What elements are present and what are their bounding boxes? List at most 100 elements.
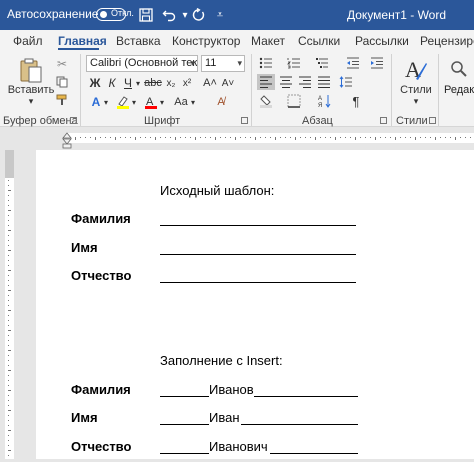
save-icon[interactable] — [136, 5, 156, 25]
justify-icon[interactable] — [315, 74, 333, 90]
tab-review[interactable]: Рецензиро — [420, 34, 474, 48]
font-size-select[interactable]: 11 ▾ — [201, 55, 245, 72]
italic-icon[interactable]: К — [105, 75, 119, 91]
ruler-tick — [400, 137, 401, 138]
ruler-tick — [395, 137, 396, 140]
ruler-tick — [205, 137, 206, 138]
cut-icon[interactable]: ✂ — [54, 56, 70, 72]
shading-icon[interactable] — [257, 93, 275, 109]
show-paragraph-marks-icon[interactable]: ¶ — [348, 93, 364, 109]
editing-label[interactable]: Редакт — [444, 84, 474, 96]
ruler-tick — [410, 137, 411, 138]
align-left-icon[interactable] — [257, 74, 275, 90]
vertical-ruler-tick — [8, 225, 9, 226]
ruler-tick — [195, 137, 196, 140]
vertical-ruler-tick — [8, 215, 9, 216]
text-effects-dropdown-icon[interactable]: ▾ — [102, 94, 110, 110]
ruler-tick — [390, 137, 391, 138]
vertical-ruler-tick — [8, 235, 9, 236]
paragraph-launcher-icon[interactable] — [380, 117, 387, 124]
group-separator — [80, 54, 81, 126]
underline-icon[interactable]: Ч — [121, 75, 135, 91]
line-spacing-icon[interactable] — [337, 74, 355, 90]
customize-qat-icon[interactable]: ⩡ — [210, 5, 230, 25]
vertical-ruler-tick — [8, 390, 11, 391]
ruler-tick — [130, 137, 131, 138]
font-size-dropdown-icon[interactable]: ▾ — [237, 56, 242, 71]
styles-label[interactable]: Стили — [398, 84, 434, 96]
vertical-ruler-tick — [8, 310, 11, 311]
styles-launcher-icon[interactable] — [429, 117, 436, 124]
shrink-font-icon[interactable]: A˅ — [221, 75, 235, 91]
ruler-tick — [95, 137, 96, 140]
ruler-tick — [310, 137, 311, 138]
strikethrough-icon[interactable]: abc — [144, 75, 162, 91]
borders-icon[interactable] — [285, 93, 303, 109]
ruler-tick — [370, 137, 371, 138]
font-name-select[interactable]: Calibri (Основной текст ▾ — [86, 55, 198, 72]
find-icon[interactable] — [448, 58, 470, 80]
font-color-dropdown-icon[interactable]: ▾ — [158, 94, 166, 110]
bullets-icon[interactable] — [257, 55, 275, 71]
tab-file[interactable]: Файл — [13, 34, 43, 48]
ruler-tick — [290, 137, 291, 138]
format-painter-icon[interactable] — [54, 92, 70, 108]
vertical-ruler-tick — [8, 425, 9, 426]
vertical-ruler-tick — [8, 430, 11, 431]
decrease-indent-icon[interactable] — [345, 55, 361, 71]
ruler-tick — [445, 137, 446, 138]
tab-references[interactable]: Ссылки — [298, 34, 340, 48]
template-blank-name — [160, 254, 356, 255]
highlight-icon[interactable] — [115, 94, 131, 110]
filled-blank-right — [254, 396, 358, 397]
sort-icon[interactable]: АЯ — [317, 93, 333, 109]
grow-font-icon[interactable]: A˄ — [203, 75, 217, 91]
toggle-knob — [100, 11, 107, 18]
increase-indent-icon[interactable] — [369, 55, 385, 71]
bold-icon[interactable]: Ж — [88, 75, 102, 91]
tab-layout[interactable]: Макет — [251, 34, 285, 48]
ruler-tick — [135, 137, 136, 140]
vertical-ruler-tick — [8, 180, 9, 181]
ruler-tick — [305, 137, 306, 138]
font-name-dropdown-icon[interactable]: ▾ — [190, 56, 195, 71]
filled-label-patronymic: Отчество — [71, 439, 132, 454]
change-case-icon[interactable]: Aa — [172, 94, 190, 110]
change-case-dropdown-icon[interactable]: ▾ — [189, 94, 197, 110]
copy-icon[interactable] — [54, 74, 70, 90]
autosave-toggle[interactable]: Откл. — [96, 8, 134, 21]
superscript-icon[interactable]: x² — [180, 75, 194, 91]
tab-insert[interactable]: Вставка — [116, 34, 161, 48]
font-color-icon[interactable]: A — [143, 94, 159, 110]
ruler-tick — [425, 137, 426, 138]
clipboard-launcher-icon[interactable] — [70, 117, 77, 124]
numbering-icon[interactable] — [285, 55, 303, 71]
underline-dropdown-icon[interactable]: ▾ — [134, 75, 142, 91]
ruler-tick — [325, 137, 326, 138]
align-right-icon[interactable] — [296, 74, 314, 90]
vertical-ruler-tick — [8, 385, 9, 386]
paste-label[interactable]: Вставить — [8, 84, 55, 96]
font-launcher-icon[interactable] — [241, 117, 248, 124]
highlight-dropdown-icon[interactable]: ▾ — [130, 94, 138, 110]
ruler-tick — [340, 137, 341, 138]
vertical-ruler-tick — [8, 395, 9, 396]
redo-icon[interactable] — [188, 5, 208, 25]
styles-dropdown-icon[interactable]: ▾ — [411, 96, 421, 106]
tab-mailings[interactable]: Рассылки — [355, 34, 409, 48]
vertical-ruler-tick — [8, 220, 9, 221]
align-center-icon[interactable] — [277, 74, 295, 90]
vertical-ruler-tick — [8, 370, 11, 371]
tab-home[interactable]: Главная — [58, 34, 107, 48]
ruler-tick — [110, 137, 111, 138]
paste-icon[interactable] — [14, 56, 48, 86]
vertical-ruler-tick — [8, 280, 9, 281]
tab-design[interactable]: Конструктор — [172, 34, 240, 48]
filled-label-name: Имя — [71, 410, 98, 425]
template-label-name: Имя — [71, 240, 98, 255]
subscript-icon[interactable]: x₂ — [164, 75, 178, 91]
paste-dropdown-icon[interactable]: ▾ — [26, 96, 36, 106]
clear-formatting-icon[interactable]: A̸ — [213, 94, 229, 110]
styles-icon[interactable]: A — [399, 56, 431, 84]
multilevel-list-icon[interactable] — [313, 55, 331, 71]
